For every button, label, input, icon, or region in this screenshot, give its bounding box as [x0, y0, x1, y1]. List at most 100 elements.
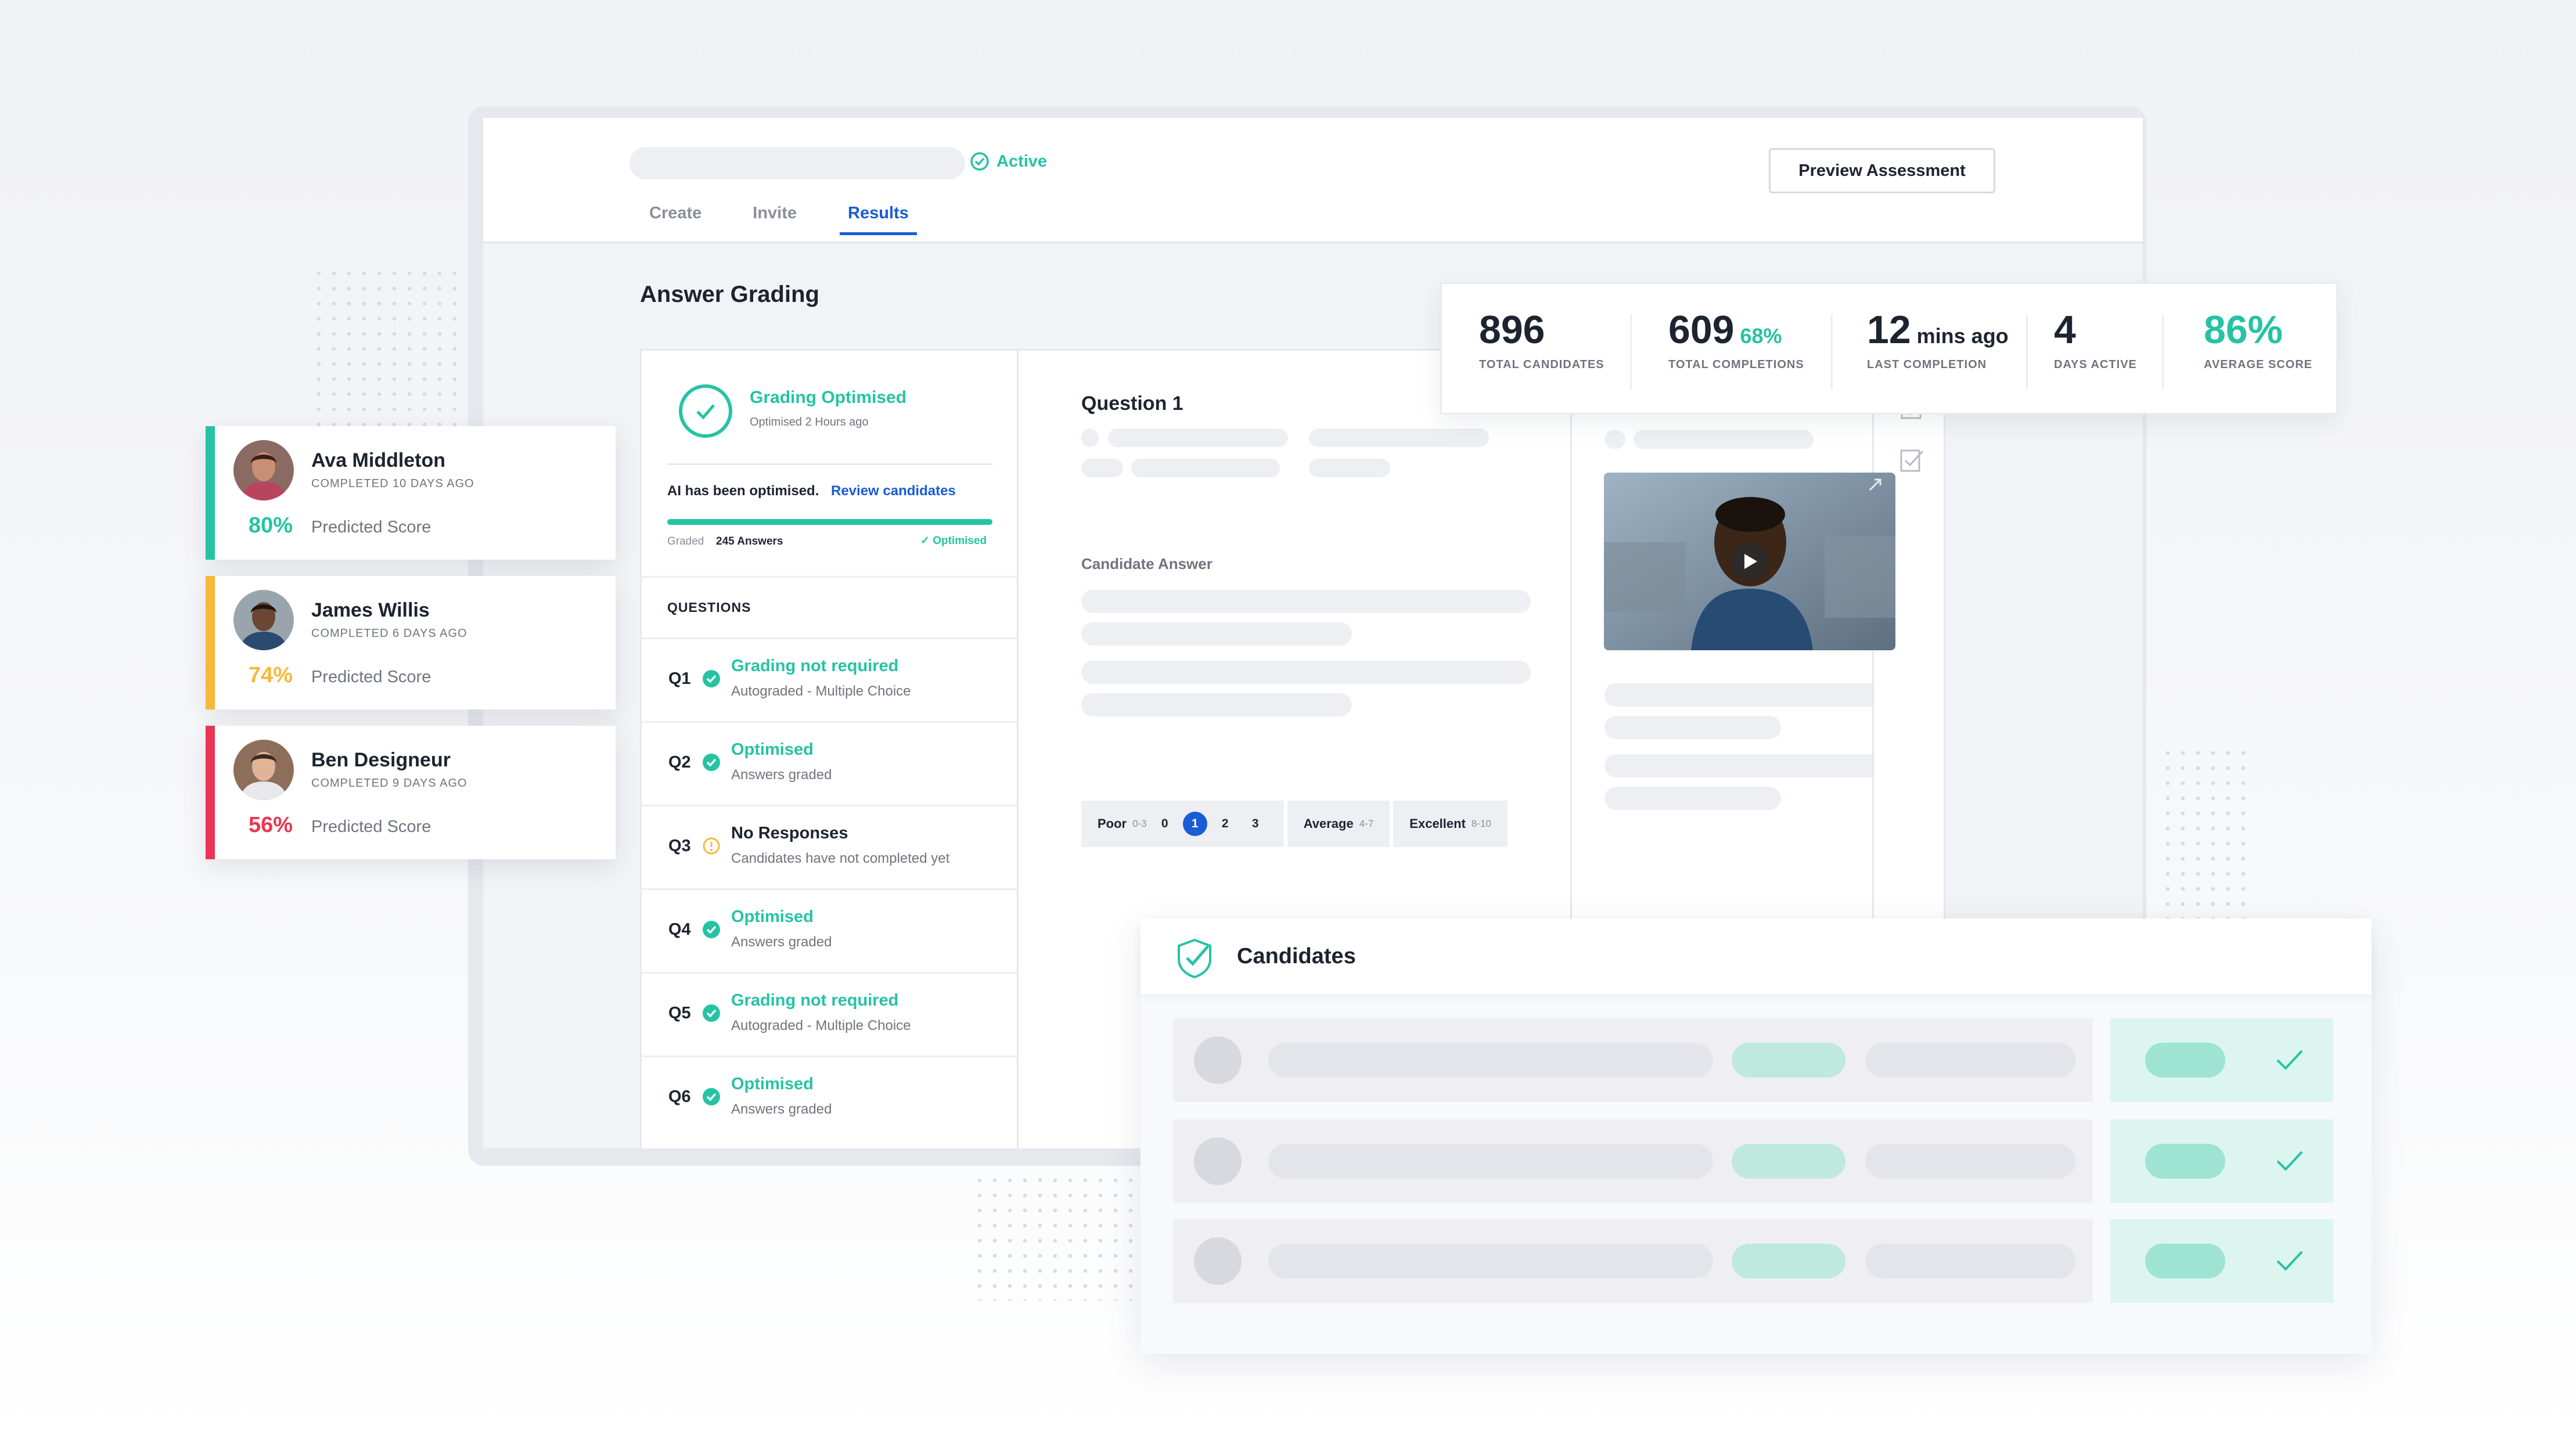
video-meta-placeholder: [1604, 716, 1781, 739]
tab-results[interactable]: Results: [840, 204, 917, 235]
shield-check-icon: [1178, 938, 1211, 979]
question-status-detail: Answers graded: [731, 934, 832, 950]
question-status-detail: Answers graded: [731, 767, 832, 783]
predicted-score-label: Predicted Score: [311, 668, 431, 686]
stat-last-completion: 12 mins ago LAST COMPLETION: [1867, 307, 2009, 372]
score-placeholder: [1732, 1144, 1845, 1179]
question-row[interactable]: Q3 No Responses Candidates have not comple…: [642, 805, 1020, 888]
candidate-video[interactable]: [1604, 473, 1895, 650]
checkmark-icon: [2276, 1251, 2303, 1271]
page-title: Answer Grading: [640, 282, 819, 307]
scale-excellent-label: Excellent: [1409, 816, 1466, 831]
question-status: Grading not required: [731, 991, 899, 1010]
answer-text-placeholder: [1081, 622, 1352, 646]
candidate-completed: COMPLETED 6 DAYS AGO: [311, 627, 467, 640]
avatar: [233, 440, 294, 500]
score-option-1[interactable]: 1: [1182, 812, 1207, 836]
table-row[interactable]: [1173, 1018, 2333, 1102]
question-status: Grading not required: [731, 657, 899, 675]
question-row[interactable]: Q1 Grading not required Autograded - Multi…: [642, 637, 1020, 721]
question-text-placeholder: [1108, 428, 1288, 447]
candidate-card[interactable]: Ava Middleton COMPLETED 10 DAYS AGO 80% Pre…: [206, 426, 616, 560]
stat-average-score: 86% AVERAGE SCORE: [2204, 307, 2312, 372]
score-option-0[interactable]: 0: [1153, 812, 1177, 836]
preview-assessment-button[interactable]: Preview Assessment: [1769, 148, 1995, 193]
scale-poor-label: Poor: [1098, 816, 1127, 831]
candidate-card[interactable]: James Willis COMPLETED 6 DAYS AGO 74% Predi…: [206, 576, 616, 709]
score-color-bar: [206, 576, 215, 709]
checklist-icon[interactable]: [1899, 448, 1925, 473]
detail-placeholder: [1865, 1144, 2075, 1179]
question-status: Optimised: [731, 1075, 814, 1093]
predicted-score-value: 80%: [249, 513, 293, 538]
status-badge: Active: [970, 152, 1047, 171]
question-row[interactable]: Q4 Optimised Answers graded: [642, 888, 1020, 972]
score-option-3[interactable]: 3: [1243, 812, 1268, 836]
stat-total-candidates: 896 TOTAL CANDIDATES: [1479, 307, 1604, 372]
question-row[interactable]: Q2 Optimised Answers graded: [642, 721, 1020, 805]
status-placeholder: [2145, 1043, 2225, 1078]
table-row[interactable]: [1173, 1219, 2333, 1303]
question-row[interactable]: Q5 Grading not required Autograded - Multi…: [642, 972, 1020, 1056]
candidate-card[interactable]: Ben Designeur COMPLETED 9 DAYS AGO 56% Pred…: [206, 726, 616, 859]
answer-text-placeholder: [1081, 590, 1531, 613]
grading-title: Grading Optimised: [750, 388, 907, 407]
question-row[interactable]: Q6 Optimised Answers graded: [642, 1056, 1020, 1139]
scale-average[interactable]: Average 4-7: [1287, 801, 1390, 847]
tab-invite[interactable]: Invite: [744, 204, 805, 235]
question-status-detail: Autograded - Multiple Choice: [731, 1018, 911, 1033]
avatar: [233, 590, 294, 650]
app-header: Active Preview Assessment Create Invite …: [483, 118, 2143, 243]
check-circle-icon: [703, 754, 720, 771]
stat-divider: [1630, 314, 1632, 390]
detail-placeholder: [1865, 1244, 2075, 1278]
review-candidates-link[interactable]: Review candidates: [831, 483, 956, 499]
video-meta-placeholder: [1604, 787, 1781, 810]
avatar-placeholder: [1194, 1137, 1242, 1185]
question-number: Q2: [668, 753, 691, 772]
video-meta-placeholder: [1604, 683, 1899, 707]
scale-poor: Poor 0-3 0 1 2 3: [1081, 801, 1284, 847]
row-status: [2110, 1018, 2333, 1102]
scale-excellent-range: 8-10: [1471, 818, 1491, 829]
avatar: [233, 740, 294, 800]
video-meta-placeholder: [1604, 754, 1899, 777]
grading-check-icon: [679, 384, 732, 438]
stat-total-completions: 609 68% TOTAL COMPLETIONS: [1668, 307, 1804, 372]
stat-extra: mins ago: [1916, 324, 2009, 348]
question-number: Q6: [668, 1087, 691, 1106]
score-option-2[interactable]: 2: [1213, 812, 1237, 836]
question-number: Q3: [668, 837, 691, 855]
candidates-table: Candidates: [1141, 918, 2372, 1354]
question-status: No Responses: [731, 824, 848, 842]
question-text-placeholder: [1131, 459, 1280, 477]
scale-poor-range: 0-3: [1132, 818, 1147, 829]
stat-days-active: 4 DAYS ACTIVE: [2054, 307, 2137, 372]
tab-bar: Create Invite Results: [641, 204, 917, 235]
scale-average-range: 4-7: [1359, 818, 1374, 829]
stat-divider: [2026, 314, 2028, 390]
optimised-label: ✓ Optimised: [920, 535, 987, 547]
stat-value: 86%: [2204, 308, 2283, 352]
status-label: Active: [996, 152, 1048, 171]
stat-divider: [1831, 314, 1833, 390]
question-status-detail: Autograded - Multiple Choice: [731, 683, 911, 699]
tab-create[interactable]: Create: [641, 204, 710, 235]
predicted-score-label: Predicted Score: [311, 817, 431, 836]
check-circle-icon: [703, 921, 720, 938]
row-main: [1173, 1219, 2093, 1303]
score-color-bar: [206, 726, 215, 859]
question-number: Q5: [668, 1004, 691, 1022]
stat-extra: 68%: [1740, 324, 1782, 348]
checkmark-icon: [2276, 1151, 2303, 1171]
divider: [667, 463, 992, 465]
scale-excellent[interactable]: Excellent 8-10: [1393, 801, 1508, 847]
table-row[interactable]: [1173, 1119, 2333, 1203]
checkmark-icon: [2276, 1050, 2303, 1070]
warning-circle-icon: [703, 837, 720, 855]
predicted-score-value: 74%: [249, 663, 293, 687]
avatar-placeholder: [1194, 1237, 1242, 1285]
candidate-completed: COMPLETED 10 DAYS AGO: [311, 477, 474, 490]
grading-progress-fill: [667, 519, 992, 525]
check-circle-icon: [970, 152, 989, 171]
